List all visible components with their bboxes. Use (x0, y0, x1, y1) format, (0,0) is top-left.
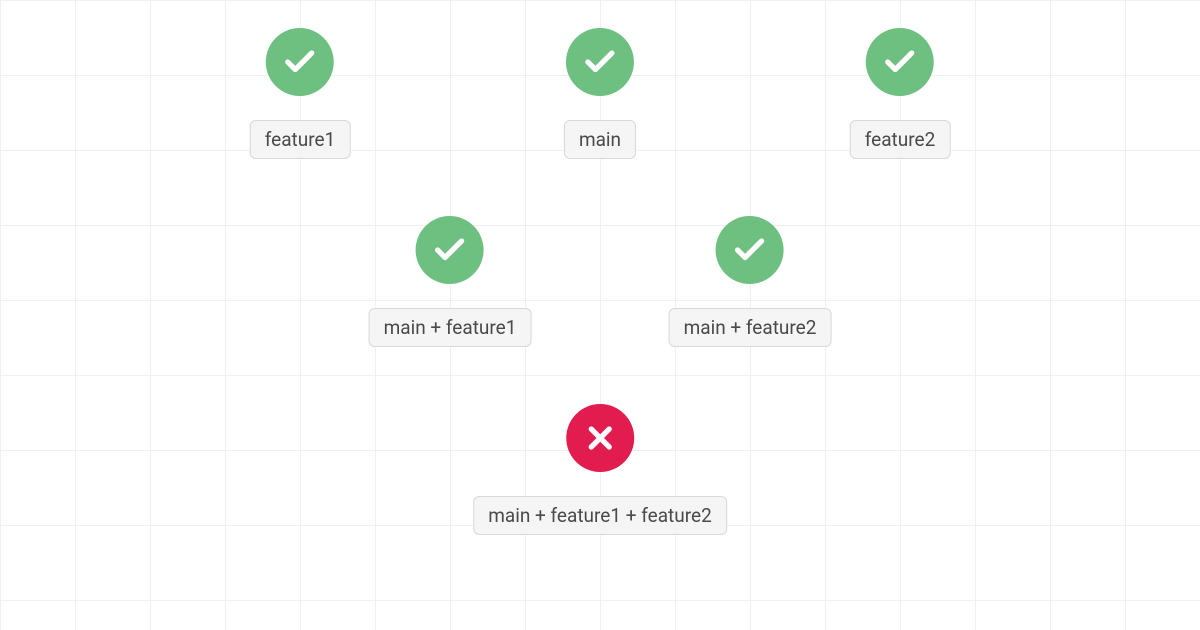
check-icon (566, 28, 634, 96)
label-main: main (564, 120, 636, 159)
check-icon (416, 216, 484, 284)
label-main-feature1-feature2: main + feature1 + feature2 (473, 496, 727, 535)
x-icon (566, 404, 634, 472)
node-main-feature1-feature2: main + feature1 + feature2 (473, 404, 727, 535)
node-main: main (564, 28, 636, 159)
node-main-feature1: main + feature1 (369, 216, 532, 347)
label-feature1: feature1 (250, 120, 351, 159)
check-icon (866, 28, 934, 96)
label-main-feature1: main + feature1 (369, 308, 532, 347)
label-feature2: feature2 (850, 120, 951, 159)
check-icon (716, 216, 784, 284)
node-feature2: feature2 (850, 28, 951, 159)
node-feature1: feature1 (250, 28, 351, 159)
check-icon (266, 28, 334, 96)
label-main-feature2: main + feature2 (669, 308, 832, 347)
node-main-feature2: main + feature2 (669, 216, 832, 347)
